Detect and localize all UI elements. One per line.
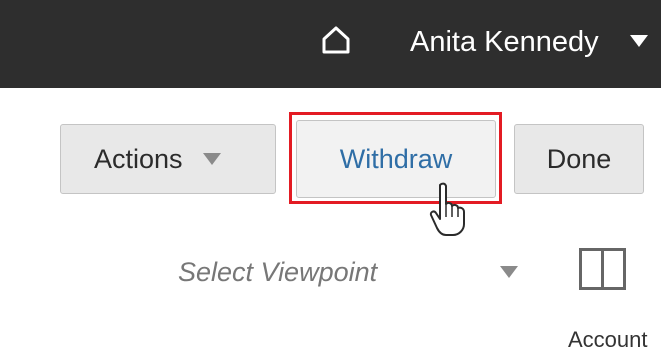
select-viewpoint-dropdown[interactable]: Select Viewpoint: [178, 254, 377, 290]
split-panel-icon[interactable]: [579, 248, 626, 290]
caret-down-icon: [202, 153, 221, 165]
top-header-bar: Anita Kennedy: [0, 0, 661, 88]
mouse-pointer-icon: [429, 182, 465, 236]
account-label: Account: [568, 327, 648, 352]
viewpoint-caret-down-icon[interactable]: [500, 266, 518, 278]
done-button-label: Done: [546, 143, 612, 174]
home-icon[interactable]: [320, 24, 352, 56]
withdraw-highlight-box: [289, 112, 502, 204]
actions-menu-button[interactable]: Actions: [60, 124, 276, 194]
actions-button-label: Actions: [94, 143, 183, 174]
done-button[interactable]: Done: [514, 124, 644, 194]
user-menu-caret-icon[interactable]: [630, 35, 648, 47]
user-menu-name[interactable]: Anita Kennedy: [410, 24, 599, 60]
